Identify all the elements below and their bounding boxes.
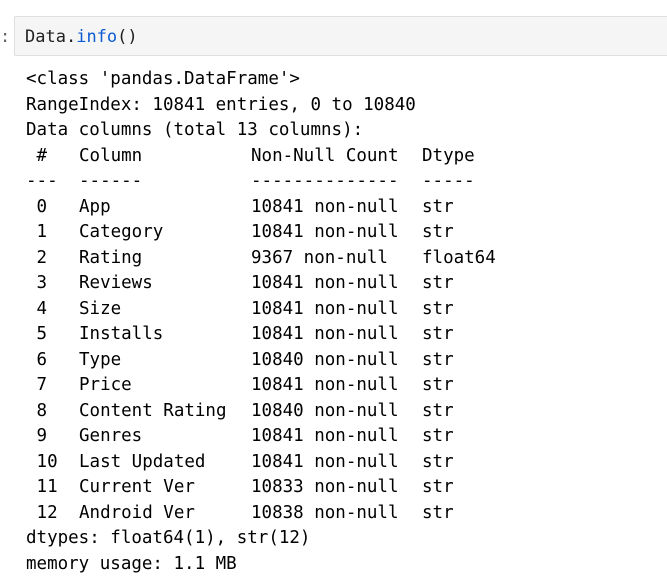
row-column: Current Ver [79, 477, 195, 497]
header-num: # [26, 145, 48, 166]
range-index-line: RangeIndex: 10841 entries, 0 to 10840 [26, 94, 416, 115]
table-row: 9 Genres 10841 non-null str [26, 424, 646, 450]
row-count: 10840 non-null [251, 349, 399, 370]
code-method: info [76, 27, 118, 47]
table-row: 1 Category 10841 non-null str [26, 220, 646, 246]
row-dtype: str [422, 273, 454, 293]
row-num: 12 [26, 502, 58, 523]
memory-line: memory usage: 1.1 MB [26, 553, 237, 574]
row-count: 10841 non-null [251, 298, 399, 319]
row-count: 10838 non-null [251, 502, 399, 523]
row-dtype: str [422, 400, 454, 421]
row-dtype: str [422, 451, 454, 472]
table-row: 2 Rating 9367 non-null float64 [26, 246, 646, 272]
info-separator-row: --- ------ -------------- ----- [26, 169, 646, 195]
header-count: Non-Null Count [251, 145, 399, 166]
table-row: 12 Android Ver 10838 non-null str [26, 501, 646, 527]
row-count: 10841 non-null [251, 222, 399, 242]
row-num: 6 [26, 349, 48, 370]
info-header-row: # Column Non-Null Count Dtype [26, 144, 646, 170]
row-dtype: float64 [422, 247, 496, 268]
row-column: App [79, 196, 111, 217]
table-row: 8 Content Rating 10840 non-null str [26, 399, 646, 425]
row-num: 5 [26, 324, 48, 344]
table-row: 11 Current Ver 10833 non-null str [26, 475, 646, 501]
header-dtype: Dtype [422, 145, 475, 166]
row-dtype: str [422, 222, 454, 242]
table-row: 3 Reviews 10841 non-null str [26, 271, 646, 297]
row-count: 10840 non-null [251, 400, 399, 421]
row-num: 11 [26, 477, 58, 497]
row-num: 4 [26, 298, 48, 319]
row-dtype: str [422, 375, 454, 395]
row-column: Reviews [79, 273, 153, 293]
row-dtype: str [422, 349, 454, 370]
row-count: 9367 non-null [251, 247, 388, 268]
separator-dtype: ----- [422, 171, 475, 191]
row-num: 7 [26, 375, 48, 395]
row-column: Size [79, 298, 122, 319]
row-column: Rating [79, 247, 143, 268]
row-count: 10841 non-null [251, 273, 399, 293]
row-column: Content Rating [79, 400, 227, 421]
separator-num: --- [26, 171, 58, 191]
row-column: Last Updated [79, 451, 206, 472]
code-parens: () [117, 27, 138, 47]
cell-prompt: : [0, 27, 11, 47]
row-dtype: str [422, 324, 454, 344]
code-object: Data [25, 27, 66, 47]
dtypes-line: dtypes: float64(1), str(12) [26, 528, 311, 548]
row-column: Genres [79, 426, 143, 446]
header-column: Column [79, 145, 143, 166]
columns-summary-line: Data columns (total 13 columns): [26, 120, 364, 140]
row-dtype: str [422, 477, 454, 497]
table-row: 10 Last Updated 10841 non-null str [26, 450, 646, 476]
row-dtype: str [422, 298, 454, 319]
info-rows: 0 App 10841 non-null str 1 Category 10841 non… [26, 195, 646, 527]
code-cell[interactable]: Data.info() [14, 16, 667, 56]
row-column: Category [79, 222, 164, 242]
row-count: 10841 non-null [251, 324, 399, 344]
table-row: 0 App 10841 non-null str [26, 195, 646, 221]
table-row: 4 Size 10841 non-null str [26, 297, 646, 323]
table-row: 6 Type 10840 non-null str [26, 348, 646, 374]
row-num: 1 [26, 222, 48, 242]
code-dot: . [65, 27, 77, 47]
separator-column: ------ [79, 171, 143, 191]
row-column: Installs [79, 324, 164, 344]
row-dtype: str [422, 196, 454, 217]
row-column: Android Ver [79, 502, 195, 523]
row-count: 10833 non-null [251, 477, 399, 497]
separator-count: -------------- [251, 171, 399, 191]
row-count: 10841 non-null [251, 426, 399, 446]
cell-output: <class 'pandas.DataFrame'> RangeIndex: 1… [26, 67, 646, 577]
class-line: <class 'pandas.DataFrame'> [26, 69, 300, 89]
table-row: 5 Installs 10841 non-null str [26, 322, 646, 348]
row-num: 9 [26, 426, 48, 446]
row-dtype: str [422, 426, 454, 446]
row-num: 10 [26, 451, 58, 472]
code-line[interactable]: Data.info() [25, 26, 138, 48]
row-count: 10841 non-null [251, 375, 399, 395]
row-num: 8 [26, 400, 48, 421]
table-row: 7 Price 10841 non-null str [26, 373, 646, 399]
notebook-page: : Data.info() <class 'pandas.DataFrame'>… [0, 0, 667, 582]
row-dtype: str [422, 502, 454, 523]
row-num: 3 [26, 273, 48, 293]
row-num: 0 [26, 196, 48, 217]
row-count: 10841 non-null [251, 451, 399, 472]
row-column: Price [79, 375, 132, 395]
row-count: 10841 non-null [251, 196, 399, 217]
row-num: 2 [26, 247, 48, 268]
row-column: Type [79, 349, 122, 370]
